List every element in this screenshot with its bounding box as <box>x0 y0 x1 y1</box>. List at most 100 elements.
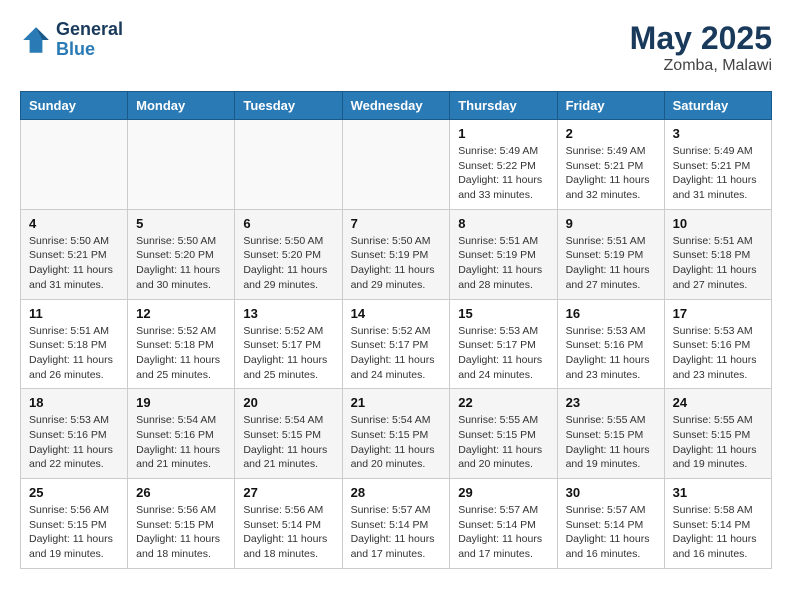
cell-day-number: 4 <box>29 216 119 231</box>
cell-day-number: 3 <box>673 126 763 141</box>
calendar-cell: 30Sunrise: 5:57 AM Sunset: 5:14 PM Dayli… <box>557 479 664 569</box>
cell-day-number: 22 <box>458 395 548 410</box>
calendar-cell: 22Sunrise: 5:55 AM Sunset: 5:15 PM Dayli… <box>450 389 557 479</box>
cell-info-text: Sunrise: 5:52 AM Sunset: 5:17 PM Dayligh… <box>351 324 442 383</box>
cell-day-number: 23 <box>566 395 656 410</box>
cell-info-text: Sunrise: 5:58 AM Sunset: 5:14 PM Dayligh… <box>673 503 763 562</box>
calendar-cell: 4Sunrise: 5:50 AM Sunset: 5:21 PM Daylig… <box>21 209 128 299</box>
calendar-cell: 3 Sunrise: 5:49 AM Sunset: 5:21 PM Daylig… <box>664 120 771 210</box>
cell-info-text: Sunrise: 5:52 AM Sunset: 5:18 PM Dayligh… <box>136 324 226 383</box>
cell-info-text: Sunrise: 5:49 AM Sunset: 5:21 PM Dayligh… <box>673 144 763 203</box>
calendar-table: SundayMondayTuesdayWednesdayThursdayFrid… <box>20 91 772 569</box>
calendar-cell: 10Sunrise: 5:51 AM Sunset: 5:18 PM Dayli… <box>664 209 771 299</box>
cell-day-number: 20 <box>243 395 333 410</box>
calendar-week-4: 18 Sunrise: 5:53 AM Sunset: 5:16 PM Dayli… <box>21 389 772 479</box>
logo-icon <box>20 24 52 56</box>
weekday-header-tuesday: Tuesday <box>235 92 342 120</box>
weekday-header-monday: Monday <box>128 92 235 120</box>
calendar-cell: 26Sunrise: 5:56 AM Sunset: 5:15 PM Dayli… <box>128 479 235 569</box>
calendar-cell: 14 Sunrise: 5:52 AM Sunset: 5:17 PM Dayli… <box>342 299 450 389</box>
calendar-week-2: 4Sunrise: 5:50 AM Sunset: 5:21 PM Daylig… <box>21 209 772 299</box>
weekday-header-wednesday: Wednesday <box>342 92 450 120</box>
cell-info-text: Sunrise: 5:50 AM Sunset: 5:20 PM Dayligh… <box>243 234 333 293</box>
cell-info-text: Sunrise: 5:53 AM Sunset: 5:16 PM Dayligh… <box>566 324 656 383</box>
cell-info-text: Sunrise: 5:49 AM Sunset: 5:21 PM Dayligh… <box>566 144 656 203</box>
cell-info-text: Sunrise: 5:51 AM Sunset: 5:18 PM Dayligh… <box>673 234 763 293</box>
calendar-cell: 18 Sunrise: 5:53 AM Sunset: 5:16 PM Dayli… <box>21 389 128 479</box>
calendar-cell: 13 Sunrise: 5:52 AM Sunset: 5:17 PM Dayli… <box>235 299 342 389</box>
calendar-cell <box>235 120 342 210</box>
cell-info-text: Sunrise: 5:54 AM Sunset: 5:15 PM Dayligh… <box>243 413 333 472</box>
cell-day-number: 19 <box>136 395 226 410</box>
calendar-cell: 23 Sunrise: 5:55 AM Sunset: 5:15 PM Dayli… <box>557 389 664 479</box>
cell-day-number: 27 <box>243 485 333 500</box>
calendar-cell: 20 Sunrise: 5:54 AM Sunset: 5:15 PM Dayli… <box>235 389 342 479</box>
calendar-cell: 5 Sunrise: 5:50 AM Sunset: 5:20 PM Daylig… <box>128 209 235 299</box>
calendar-header-row: SundayMondayTuesdayWednesdayThursdayFrid… <box>21 92 772 120</box>
cell-info-text: Sunrise: 5:51 AM Sunset: 5:18 PM Dayligh… <box>29 324 119 383</box>
weekday-header-friday: Friday <box>557 92 664 120</box>
cell-day-number: 15 <box>458 306 548 321</box>
cell-info-text: Sunrise: 5:50 AM Sunset: 5:20 PM Dayligh… <box>136 234 226 293</box>
calendar-cell <box>21 120 128 210</box>
cell-day-number: 8 <box>458 216 548 231</box>
cell-info-text: Sunrise: 5:52 AM Sunset: 5:17 PM Dayligh… <box>243 324 333 383</box>
cell-day-number: 14 <box>351 306 442 321</box>
cell-info-text: Sunrise: 5:53 AM Sunset: 5:16 PM Dayligh… <box>29 413 119 472</box>
cell-day-number: 7 <box>351 216 442 231</box>
cell-day-number: 17 <box>673 306 763 321</box>
calendar-cell: 16 Sunrise: 5:53 AM Sunset: 5:16 PM Dayli… <box>557 299 664 389</box>
cell-day-number: 24 <box>673 395 763 410</box>
calendar-cell: 12 Sunrise: 5:52 AM Sunset: 5:18 PM Dayli… <box>128 299 235 389</box>
calendar-cell: 29Sunrise: 5:57 AM Sunset: 5:14 PM Dayli… <box>450 479 557 569</box>
cell-info-text: Sunrise: 5:53 AM Sunset: 5:17 PM Dayligh… <box>458 324 548 383</box>
cell-info-text: Sunrise: 5:50 AM Sunset: 5:19 PM Dayligh… <box>351 234 442 293</box>
calendar-cell <box>128 120 235 210</box>
calendar-cell: 11 Sunrise: 5:51 AM Sunset: 5:18 PM Dayli… <box>21 299 128 389</box>
calendar-week-5: 25 Sunrise: 5:56 AM Sunset: 5:15 PM Dayli… <box>21 479 772 569</box>
title-block: May 2025 Zomba, Malawi <box>630 20 772 75</box>
cell-day-number: 11 <box>29 306 119 321</box>
cell-day-number: 1 <box>458 126 548 141</box>
cell-day-number: 16 <box>566 306 656 321</box>
cell-day-number: 18 <box>29 395 119 410</box>
weekday-header-thursday: Thursday <box>450 92 557 120</box>
cell-info-text: Sunrise: 5:54 AM Sunset: 5:15 PM Dayligh… <box>351 413 442 472</box>
cell-info-text: Sunrise: 5:57 AM Sunset: 5:14 PM Dayligh… <box>458 503 548 562</box>
calendar-cell: 2 Sunrise: 5:49 AM Sunset: 5:21 PM Daylig… <box>557 120 664 210</box>
cell-day-number: 25 <box>29 485 119 500</box>
logo-text: General Blue <box>56 20 123 60</box>
cell-day-number: 26 <box>136 485 226 500</box>
cell-day-number: 21 <box>351 395 442 410</box>
cell-day-number: 13 <box>243 306 333 321</box>
cell-info-text: Sunrise: 5:53 AM Sunset: 5:16 PM Dayligh… <box>673 324 763 383</box>
calendar-cell: 1 Sunrise: 5:49 AM Sunset: 5:22 PM Daylig… <box>450 120 557 210</box>
cell-info-text: Sunrise: 5:56 AM Sunset: 5:14 PM Dayligh… <box>243 503 333 562</box>
cell-info-text: Sunrise: 5:56 AM Sunset: 5:15 PM Dayligh… <box>29 503 119 562</box>
cell-day-number: 6 <box>243 216 333 231</box>
calendar-cell: 31Sunrise: 5:58 AM Sunset: 5:14 PM Dayli… <box>664 479 771 569</box>
calendar-cell: 24 Sunrise: 5:55 AM Sunset: 5:15 PM Dayli… <box>664 389 771 479</box>
cell-info-text: Sunrise: 5:55 AM Sunset: 5:15 PM Dayligh… <box>673 413 763 472</box>
cell-day-number: 2 <box>566 126 656 141</box>
cell-info-text: Sunrise: 5:54 AM Sunset: 5:16 PM Dayligh… <box>136 413 226 472</box>
cell-day-number: 28 <box>351 485 442 500</box>
cell-day-number: 9 <box>566 216 656 231</box>
calendar-cell: 6 Sunrise: 5:50 AM Sunset: 5:20 PM Daylig… <box>235 209 342 299</box>
logo: General Blue <box>20 20 123 60</box>
cell-day-number: 12 <box>136 306 226 321</box>
weekday-header-sunday: Sunday <box>21 92 128 120</box>
calendar-cell: 19 Sunrise: 5:54 AM Sunset: 5:16 PM Dayli… <box>128 389 235 479</box>
calendar-cell: 17 Sunrise: 5:53 AM Sunset: 5:16 PM Dayli… <box>664 299 771 389</box>
weekday-header-saturday: Saturday <box>664 92 771 120</box>
calendar-cell: 7 Sunrise: 5:50 AM Sunset: 5:19 PM Daylig… <box>342 209 450 299</box>
cell-info-text: Sunrise: 5:55 AM Sunset: 5:15 PM Dayligh… <box>566 413 656 472</box>
calendar-cell: 28 Sunrise: 5:57 AM Sunset: 5:14 PM Dayli… <box>342 479 450 569</box>
calendar-cell: 27 Sunrise: 5:56 AM Sunset: 5:14 PM Dayli… <box>235 479 342 569</box>
cell-info-text: Sunrise: 5:51 AM Sunset: 5:19 PM Dayligh… <box>458 234 548 293</box>
page-header: General Blue May 2025 Zomba, Malawi <box>20 20 772 75</box>
cell-day-number: 5 <box>136 216 226 231</box>
cell-info-text: Sunrise: 5:49 AM Sunset: 5:22 PM Dayligh… <box>458 144 548 203</box>
calendar-cell: 15 Sunrise: 5:53 AM Sunset: 5:17 PM Dayli… <box>450 299 557 389</box>
cell-info-text: Sunrise: 5:57 AM Sunset: 5:14 PM Dayligh… <box>351 503 442 562</box>
